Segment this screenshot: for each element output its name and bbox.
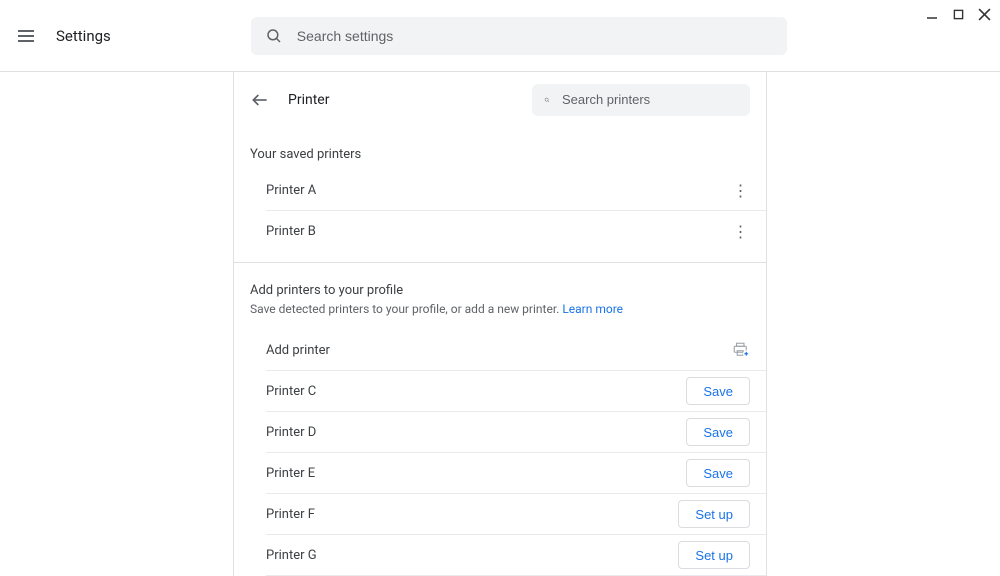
search-icon (544, 92, 550, 108)
settings-search-input[interactable] (297, 28, 773, 44)
detected-printer-row: Printer E Save (266, 453, 766, 494)
detected-printer-row: Printer D Save (266, 412, 766, 453)
save-button[interactable]: Save (686, 418, 750, 446)
search-icon (265, 27, 283, 45)
printer-search-input[interactable] (562, 92, 738, 107)
detected-printer-row: Printer G Set up (266, 535, 766, 576)
add-printers-desc: Save detected printers to your profile, … (250, 302, 750, 316)
more-options-icon[interactable]: ⋮ (730, 181, 750, 200)
settings-search[interactable] (251, 17, 787, 55)
printer-name: Printer G (266, 548, 317, 563)
printer-name: Printer C (266, 384, 316, 399)
saved-printers-heading: Your saved printers (234, 127, 766, 170)
add-printers-section: Add printers to your profile Save detect… (234, 263, 766, 322)
panel-title: Printer (288, 92, 329, 108)
printer-name: Printer F (266, 507, 315, 522)
add-printer-icon (732, 341, 750, 359)
printer-name: Printer B (266, 224, 316, 239)
setup-button[interactable]: Set up (678, 541, 750, 569)
add-printer-label: Add printer (266, 343, 330, 358)
printer-name: Printer E (266, 466, 315, 481)
printer-panel: Printer Your saved printers Printer A ⋮ … (233, 72, 767, 576)
menu-icon[interactable] (18, 26, 38, 46)
detected-printer-row: Printer C Save (266, 371, 766, 412)
save-button[interactable]: Save (686, 377, 750, 405)
app-title: Settings (56, 27, 111, 45)
minimize-icon[interactable] (924, 6, 940, 22)
top-bar: Settings (0, 0, 1000, 72)
maximize-icon[interactable] (950, 6, 966, 22)
more-options-icon[interactable]: ⋮ (730, 222, 750, 241)
saved-printer-row: Printer B ⋮ (266, 211, 766, 252)
detected-printer-row: Printer F Set up (266, 494, 766, 535)
printer-name: Printer A (266, 183, 316, 198)
printer-search[interactable] (532, 84, 750, 116)
saved-printer-row: Printer A ⋮ (266, 170, 766, 211)
add-printers-desc-text: Save detected printers to your profile, … (250, 302, 562, 316)
close-icon[interactable] (976, 6, 992, 22)
setup-button[interactable]: Set up (678, 500, 750, 528)
learn-more-link[interactable]: Learn more (562, 302, 623, 316)
save-button[interactable]: Save (686, 459, 750, 487)
printer-name: Printer D (266, 425, 316, 440)
add-printer-row[interactable]: Add printer (266, 330, 766, 371)
back-arrow-icon[interactable] (250, 90, 270, 110)
add-printers-title: Add printers to your profile (250, 283, 750, 298)
panel-header: Printer (234, 72, 766, 127)
window-controls (924, 6, 992, 22)
saved-printers-list: Printer A ⋮ Printer B ⋮ (234, 170, 766, 252)
